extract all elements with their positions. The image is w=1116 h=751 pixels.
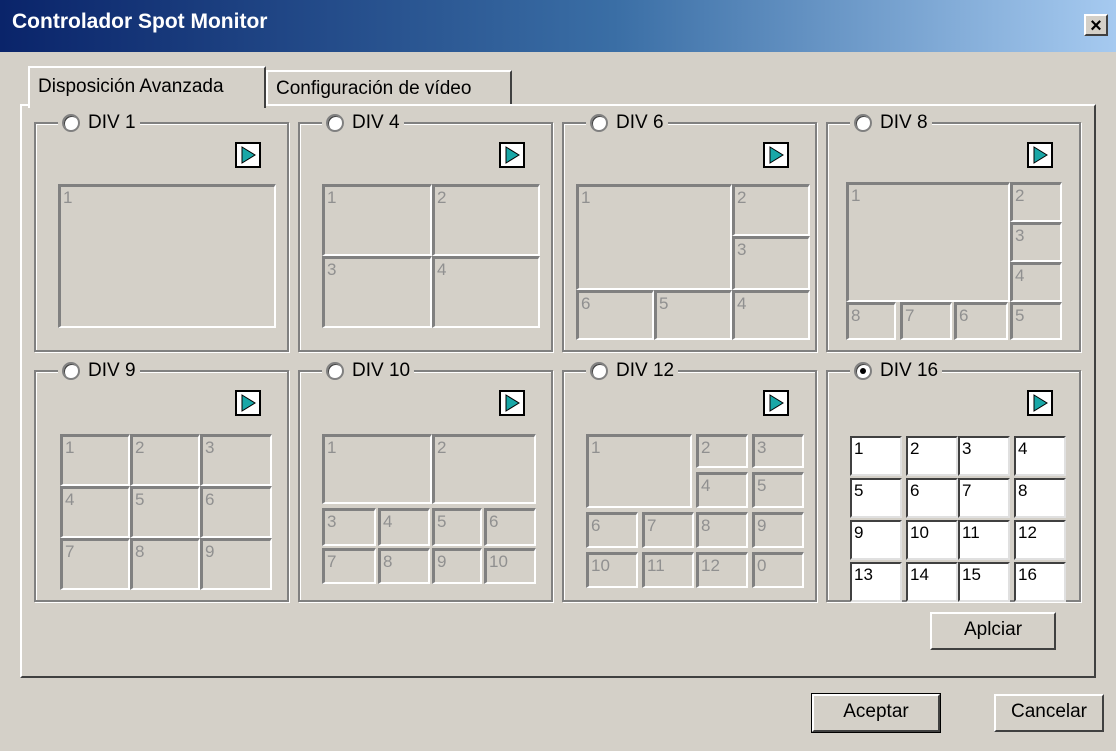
tab-label: Configuración de vídeo <box>276 78 472 99</box>
close-button[interactable]: × <box>1084 14 1108 36</box>
accept-button[interactable]: Aceptar <box>811 693 941 733</box>
title-bar: Controlador Spot Monitor × <box>0 0 1116 52</box>
tab-panel <box>20 104 1096 678</box>
tab-disposicion-avanzada[interactable]: Disposición Avanzada <box>28 66 266 108</box>
cancel-button[interactable]: Cancelar <box>994 694 1104 732</box>
cancel-label: Cancelar <box>1010 701 1088 722</box>
tab-configuracion-video[interactable]: Configuración de vídeo <box>266 70 512 104</box>
tab-label: Disposición Avanzada <box>38 76 224 97</box>
window-title: Controlador Spot Monitor <box>12 10 268 33</box>
accept-label: Aceptar <box>843 701 909 722</box>
